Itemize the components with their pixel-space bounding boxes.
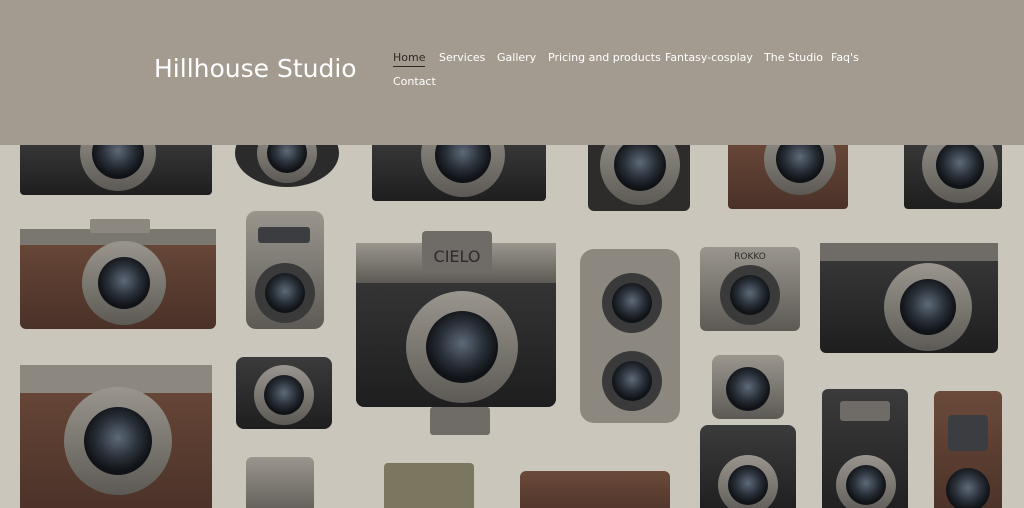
camera-center-cielo: CIELO xyxy=(356,231,556,435)
camera-tall-right-center xyxy=(580,249,680,423)
camera-plate-rokko: ROKKO xyxy=(734,252,766,262)
nav-item-fantasy-cosplay[interactable]: Fantasy-cosplay xyxy=(665,51,753,64)
nav-item-home[interactable]: Home xyxy=(393,51,426,67)
camera-top-2 xyxy=(235,145,339,187)
hero-image-cameras: CIELO ROKKO xyxy=(0,145,1024,508)
nav-item-gallery[interactable]: Gallery xyxy=(497,51,536,64)
camera-stack-right xyxy=(700,355,796,508)
camera-dark-right xyxy=(820,243,998,353)
camera-top-6 xyxy=(904,145,1002,209)
camera-top-4 xyxy=(588,145,690,211)
site-header: Hillhouse Studio Home Services Gallery P… xyxy=(0,0,1024,145)
camera-bottom-left-small xyxy=(246,457,314,508)
site-title[interactable]: Hillhouse Studio xyxy=(154,54,357,83)
camera-brown-bottom-left xyxy=(20,365,212,508)
camera-brown-left xyxy=(20,219,216,329)
nav-item-pricing-and-products[interactable]: Pricing and products xyxy=(548,51,661,64)
vintage-cameras-illustration: CIELO ROKKO xyxy=(20,145,1002,508)
camera-rokko: ROKKO xyxy=(700,247,800,331)
camera-plate-cielo: CIELO xyxy=(434,247,481,266)
camera-top-3 xyxy=(372,145,546,201)
camera-bottom-center xyxy=(384,463,670,508)
nav-item-services[interactable]: Services xyxy=(439,51,485,64)
camera-compact-dark xyxy=(236,357,332,429)
nav-item-the-studio[interactable]: The Studio xyxy=(764,51,823,64)
camera-small-metal xyxy=(246,211,324,329)
camera-top-1 xyxy=(20,145,212,195)
camera-bottom-right-2 xyxy=(934,391,1002,508)
camera-top-5 xyxy=(728,145,848,209)
nav-item-faqs[interactable]: Faq's xyxy=(831,51,859,64)
nav-item-contact[interactable]: Contact xyxy=(393,75,436,88)
camera-bottom-right-1 xyxy=(822,389,908,508)
